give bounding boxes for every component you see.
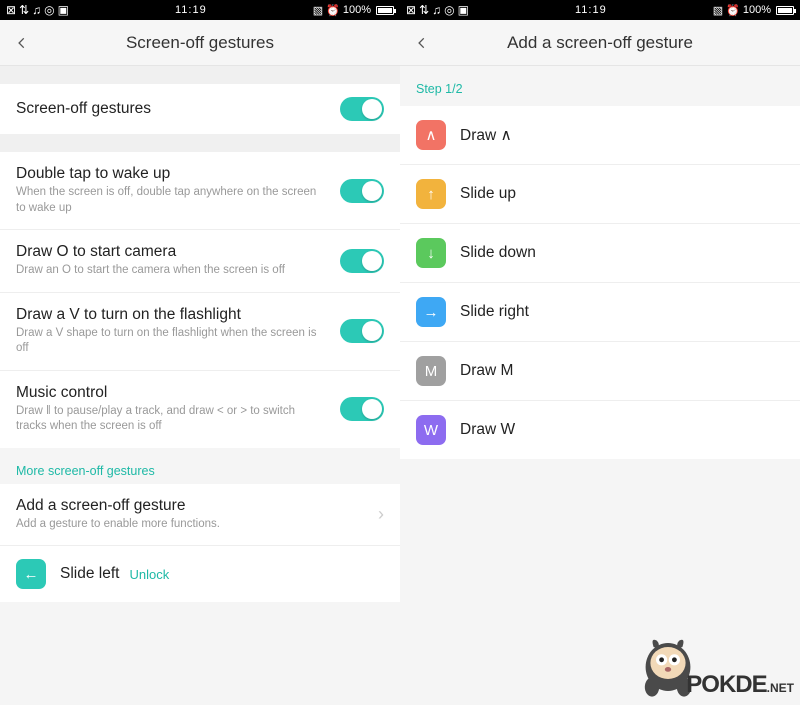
gesture-option-slide-right[interactable]: → Slide right	[400, 283, 800, 342]
add-gesture-row[interactable]: Add a screen-off gesture Add a gesture t…	[0, 484, 400, 547]
android-icon: ◎	[44, 3, 54, 17]
toggle-draw-v[interactable]	[340, 319, 384, 343]
page-title: Screen-off gestures	[0, 33, 400, 53]
gesture-option-slide-down[interactable]: ↓ Slide down	[400, 224, 800, 283]
setting-row-music[interactable]: Music control Draw ‖ to pause/play a tra…	[0, 371, 400, 448]
gesture-option-draw-caret[interactable]: ∧ Draw ∧	[400, 106, 800, 165]
back-button[interactable]	[8, 29, 36, 57]
option-label: Slide right	[460, 303, 529, 321]
page-title: Add a screen-off gesture	[400, 33, 800, 53]
arrow-up-icon: ↑	[416, 179, 446, 209]
alarm-icon: ⏰	[326, 4, 340, 17]
header: Add a screen-off gesture	[400, 20, 800, 66]
nfc-icon: ▧	[713, 4, 723, 17]
setting-sub: Draw an O to start the camera when the s…	[16, 263, 326, 279]
add-gesture-label: Add a screen-off gesture	[16, 497, 378, 515]
chevron-right-icon: ›	[378, 504, 384, 525]
divider	[0, 66, 400, 84]
gesture-option-draw-m[interactable]: M Draw M	[400, 342, 800, 401]
option-label: Draw W	[460, 421, 515, 439]
battery-text: 100%	[343, 4, 371, 16]
option-label: Slide down	[460, 244, 536, 262]
setting-row-double-tap[interactable]: Double tap to wake up When the screen is…	[0, 152, 400, 230]
back-button[interactable]	[408, 29, 436, 57]
music-icon: ♫	[432, 3, 441, 17]
arrow-right-icon: →	[416, 297, 446, 327]
watermark: POKDE.NET	[686, 671, 794, 699]
setting-row-draw-o[interactable]: Draw O to start camera Draw an O to star…	[0, 230, 400, 293]
arrow-left-icon: ←	[16, 559, 46, 589]
setting-row-draw-v[interactable]: Draw a V to turn on the flashlight Draw …	[0, 293, 400, 371]
pane-add-gesture: ⊠ ⇅ ♫ ◎ ▣ 11:19 ▧ ⏰ 100% Add a screen-of…	[400, 0, 800, 705]
gesture-slide-left-row[interactable]: ← Slide left Unlock	[0, 546, 400, 602]
option-label: Slide up	[460, 185, 516, 203]
close-icon: ⊠	[406, 3, 416, 17]
upload-icon: ⇅	[419, 3, 429, 17]
status-time: 11:19	[69, 4, 313, 16]
setting-sub: When the screen is off, double tap anywh…	[16, 185, 326, 216]
setting-label: Draw a V to turn on the flashlight	[16, 306, 340, 324]
option-label: Draw M	[460, 362, 513, 380]
master-toggle[interactable]	[340, 97, 384, 121]
setting-sub: Draw ‖ to pause/play a track, and draw <…	[16, 404, 326, 435]
gesture-options-list: ∧ Draw ∧ ↑ Slide up ↓ Slide down → Slide…	[400, 106, 800, 459]
letter-m-icon: M	[416, 356, 446, 386]
toggle-double-tap[interactable]	[340, 179, 384, 203]
gesture-name: Slide left	[60, 565, 119, 583]
setting-sub: Draw a V shape to turn on the flashlight…	[16, 326, 326, 357]
setting-label: Draw O to start camera	[16, 243, 340, 261]
setting-label: Music control	[16, 384, 340, 402]
caret-icon: ∧	[416, 120, 446, 150]
nfc-icon: ▧	[313, 4, 323, 17]
battery-icon	[376, 6, 394, 15]
add-gesture-sub: Add a gesture to enable more functions.	[16, 517, 326, 533]
debug-icon: ▣	[458, 3, 469, 17]
upload-icon: ⇅	[19, 3, 29, 17]
battery-text: 100%	[743, 4, 771, 16]
divider	[0, 134, 400, 152]
master-toggle-label: Screen-off gestures	[16, 100, 340, 118]
option-label: Draw ∧	[460, 126, 512, 145]
watermark-suffix: .NET	[767, 681, 794, 695]
status-time: 11:19	[469, 4, 713, 16]
master-toggle-row[interactable]: Screen-off gestures	[0, 84, 400, 134]
status-bar: ⊠ ⇅ ♫ ◎ ▣ 11:19 ▧ ⏰ 100%	[0, 0, 400, 20]
gesture-option-draw-w[interactable]: W Draw W	[400, 401, 800, 459]
debug-icon: ▣	[58, 3, 69, 17]
status-bar: ⊠ ⇅ ♫ ◎ ▣ 11:19 ▧ ⏰ 100%	[400, 0, 800, 20]
header: Screen-off gestures	[0, 20, 400, 66]
step-indicator: Step 1/2	[400, 66, 800, 106]
section-heading-more: More screen-off gestures	[0, 448, 400, 484]
letter-w-icon: W	[416, 415, 446, 445]
setting-label: Double tap to wake up	[16, 165, 340, 183]
android-icon: ◎	[444, 3, 454, 17]
toggle-draw-o[interactable]	[340, 249, 384, 273]
toggle-music[interactable]	[340, 397, 384, 421]
gesture-option-slide-up[interactable]: ↑ Slide up	[400, 165, 800, 224]
arrow-down-icon: ↓	[416, 238, 446, 268]
music-icon: ♫	[32, 3, 41, 17]
battery-icon	[776, 6, 794, 15]
gesture-action: Unlock	[129, 567, 169, 582]
pane-gestures-settings: ⊠ ⇅ ♫ ◎ ▣ 11:19 ▧ ⏰ 100% Screen-off gest…	[0, 0, 400, 705]
close-icon: ⊠	[6, 3, 16, 17]
watermark-brand: POKDE	[686, 671, 766, 698]
alarm-icon: ⏰	[726, 4, 740, 17]
